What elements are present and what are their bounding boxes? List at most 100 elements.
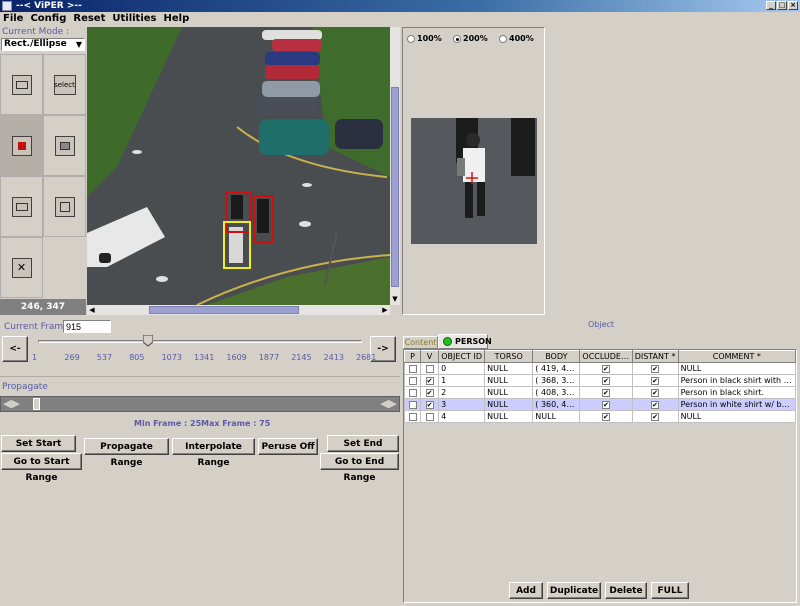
torso-cell[interactable]: NULL	[484, 398, 534, 411]
video-frame[interactable]	[87, 27, 390, 305]
table-row[interactable]: 0NULL( 419, 42 ) ...✔✔NULL	[403, 362, 797, 375]
go-to-start-range-button[interactable]: Go to Start Range	[1, 453, 82, 483]
add-button[interactable]: Add	[509, 582, 543, 599]
object-id-cell[interactable]: 1	[438, 374, 486, 387]
table-row[interactable]: 4 NULL NULL ✔ ✔ NULL	[403, 410, 797, 423]
torso-cell[interactable]: NULL	[484, 410, 534, 423]
frame-slider-track[interactable]	[38, 340, 362, 343]
visible-checkbox[interactable]: ✔	[425, 400, 434, 409]
propagate-left-arrows-icon[interactable]: ◀▶	[3, 398, 20, 410]
save-tool-button[interactable]	[43, 115, 86, 176]
video-horizontal-thumb[interactable]	[149, 306, 299, 314]
minimize-button[interactable]: _	[766, 1, 776, 10]
propagate-bar[interactable]: ◀▶ ◀▶	[0, 396, 400, 412]
column-header[interactable]: V	[420, 350, 440, 363]
visible-checkbox[interactable]: ✔	[425, 388, 434, 397]
distant-checkbox[interactable]: ✔	[651, 388, 660, 397]
propagate-checkbox[interactable]	[408, 412, 417, 421]
occluded-checkbox[interactable]: ✔	[601, 364, 610, 373]
body-cell[interactable]: ( 419, 42 ) ...	[532, 362, 581, 375]
peruse-off-button[interactable]: Peruse Off	[258, 438, 318, 455]
propagate-checkbox[interactable]	[408, 388, 417, 397]
zoom-200-option[interactable]: 200%	[453, 34, 488, 43]
occluded-checkbox[interactable]: ✔	[601, 400, 610, 409]
scroll-right-arrow-icon[interactable]: ▶	[380, 305, 390, 315]
propagate-checkbox[interactable]	[408, 364, 417, 373]
video-vertical-scrollbar[interactable]: ▼	[390, 27, 400, 305]
table-row[interactable]: ✔ 3NULL( 360, 424 )... ✔ ✔ Person in white s…	[403, 398, 797, 411]
menu-help[interactable]: Help	[161, 12, 194, 26]
table-row[interactable]: ✔ 1NULL( 368, 376 )... ✔ ✔ Person in black s…	[403, 374, 797, 387]
propagate-checkbox[interactable]	[408, 376, 417, 385]
zoom-100-option[interactable]: 100%	[407, 34, 442, 43]
torso-cell[interactable]: NULL	[484, 374, 534, 387]
scroll-left-arrow-icon[interactable]: ◀	[87, 305, 97, 315]
distant-checkbox[interactable]: ✔	[651, 412, 660, 421]
distant-checkbox[interactable]: ✔	[651, 364, 660, 373]
delete-button[interactable]: Delete	[605, 582, 647, 599]
column-header[interactable]: DISTANT *	[631, 350, 679, 363]
distant-checkbox[interactable]: ✔	[651, 400, 660, 409]
scroll-down-arrow-icon[interactable]: ▼	[390, 295, 400, 303]
menu-file[interactable]: File	[0, 12, 27, 26]
mode-select[interactable]: Rect./Ellipse ▼	[1, 38, 85, 51]
body-cell[interactable]: ( 368, 376 )...	[532, 374, 581, 387]
frame-slider-thumb[interactable]	[142, 334, 154, 347]
column-header[interactable]: BODY	[532, 350, 581, 363]
body-cell[interactable]: ( 408, 384 )...	[532, 386, 581, 399]
visible-checkbox[interactable]	[425, 364, 434, 373]
column-header[interactable]: OCCLUDED *	[579, 350, 633, 363]
set-end-range-button[interactable]: Set End Range	[327, 435, 399, 465]
comment-cell[interactable]: Person in black shirt with stripes.	[677, 374, 797, 387]
occluded-checkbox[interactable]: ✔	[601, 388, 610, 397]
menu-config[interactable]: Config	[27, 12, 70, 26]
copy-tool-button[interactable]	[43, 176, 86, 237]
delete-tool-button[interactable]: ✕	[0, 237, 43, 298]
create-tool-button[interactable]	[0, 115, 43, 176]
comment-cell[interactable]: Person in black shirt.	[677, 386, 797, 399]
object-id-cell[interactable]: 3	[438, 398, 486, 411]
video-vertical-thumb[interactable]	[391, 87, 399, 287]
column-header[interactable]: OBJECT ID	[438, 350, 486, 363]
body-cell[interactable]: NULL	[532, 410, 581, 423]
table-row[interactable]: ✔ 2NULL( 408, 384 )... ✔ ✔ Person in black s…	[403, 386, 797, 399]
torso-cell[interactable]: NULL	[484, 362, 534, 375]
prev-frame-button[interactable]: <-	[2, 336, 28, 362]
full-button[interactable]: FULL	[651, 582, 689, 599]
distant-checkbox[interactable]: ✔	[651, 376, 660, 385]
column-header[interactable]: COMMENT *	[677, 350, 797, 363]
frame-tool-button[interactable]	[0, 176, 43, 237]
propagate-checkbox[interactable]	[408, 400, 417, 409]
duplicate-button[interactable]: Duplicate	[547, 582, 601, 599]
object-id-cell[interactable]: 4	[438, 410, 486, 423]
comment-cell[interactable]: Person in white shirt w/ backpa...	[677, 398, 797, 411]
visible-checkbox[interactable]	[425, 412, 434, 421]
close-button[interactable]: ×	[788, 1, 798, 10]
rect-tool-button[interactable]	[0, 54, 43, 115]
menu-utilities[interactable]: Utilities	[109, 12, 160, 26]
set-start-range-button[interactable]: Set Start Range	[1, 435, 76, 465]
comment-cell[interactable]: NULL	[677, 410, 797, 423]
column-header[interactable]: P	[403, 350, 422, 363]
comment-cell[interactable]: NULL	[677, 362, 797, 375]
tab-person[interactable]: PERSON	[438, 334, 492, 349]
body-cell[interactable]: ( 360, 424 )...	[532, 398, 581, 411]
column-header[interactable]: TORSO	[484, 350, 534, 363]
current-frame-input[interactable]	[63, 320, 111, 333]
go-to-end-range-button[interactable]: Go to End Range	[320, 453, 399, 483]
propagate-range-button[interactable]: Propagate Range	[84, 438, 169, 468]
torso-cell[interactable]: NULL	[484, 386, 534, 399]
video-horizontal-scrollbar[interactable]: ◀ ▶	[87, 305, 390, 315]
maximize-button[interactable]: □	[777, 1, 787, 10]
interpolate-range-button[interactable]: Interpolate Range	[172, 438, 255, 468]
object-id-cell[interactable]: 2	[438, 386, 486, 399]
occluded-checkbox[interactable]: ✔	[601, 376, 610, 385]
zoom-400-option[interactable]: 400%	[499, 34, 534, 43]
visible-checkbox[interactable]: ✔	[425, 376, 434, 385]
menu-reset[interactable]: Reset	[70, 12, 109, 26]
select-tool-button[interactable]: select	[43, 54, 86, 115]
propagate-right-arrows-icon[interactable]: ◀▶	[380, 398, 397, 410]
propagate-start-handle[interactable]	[33, 398, 40, 410]
object-id-cell[interactable]: 0	[438, 362, 486, 375]
occluded-checkbox[interactable]: ✔	[601, 412, 610, 421]
